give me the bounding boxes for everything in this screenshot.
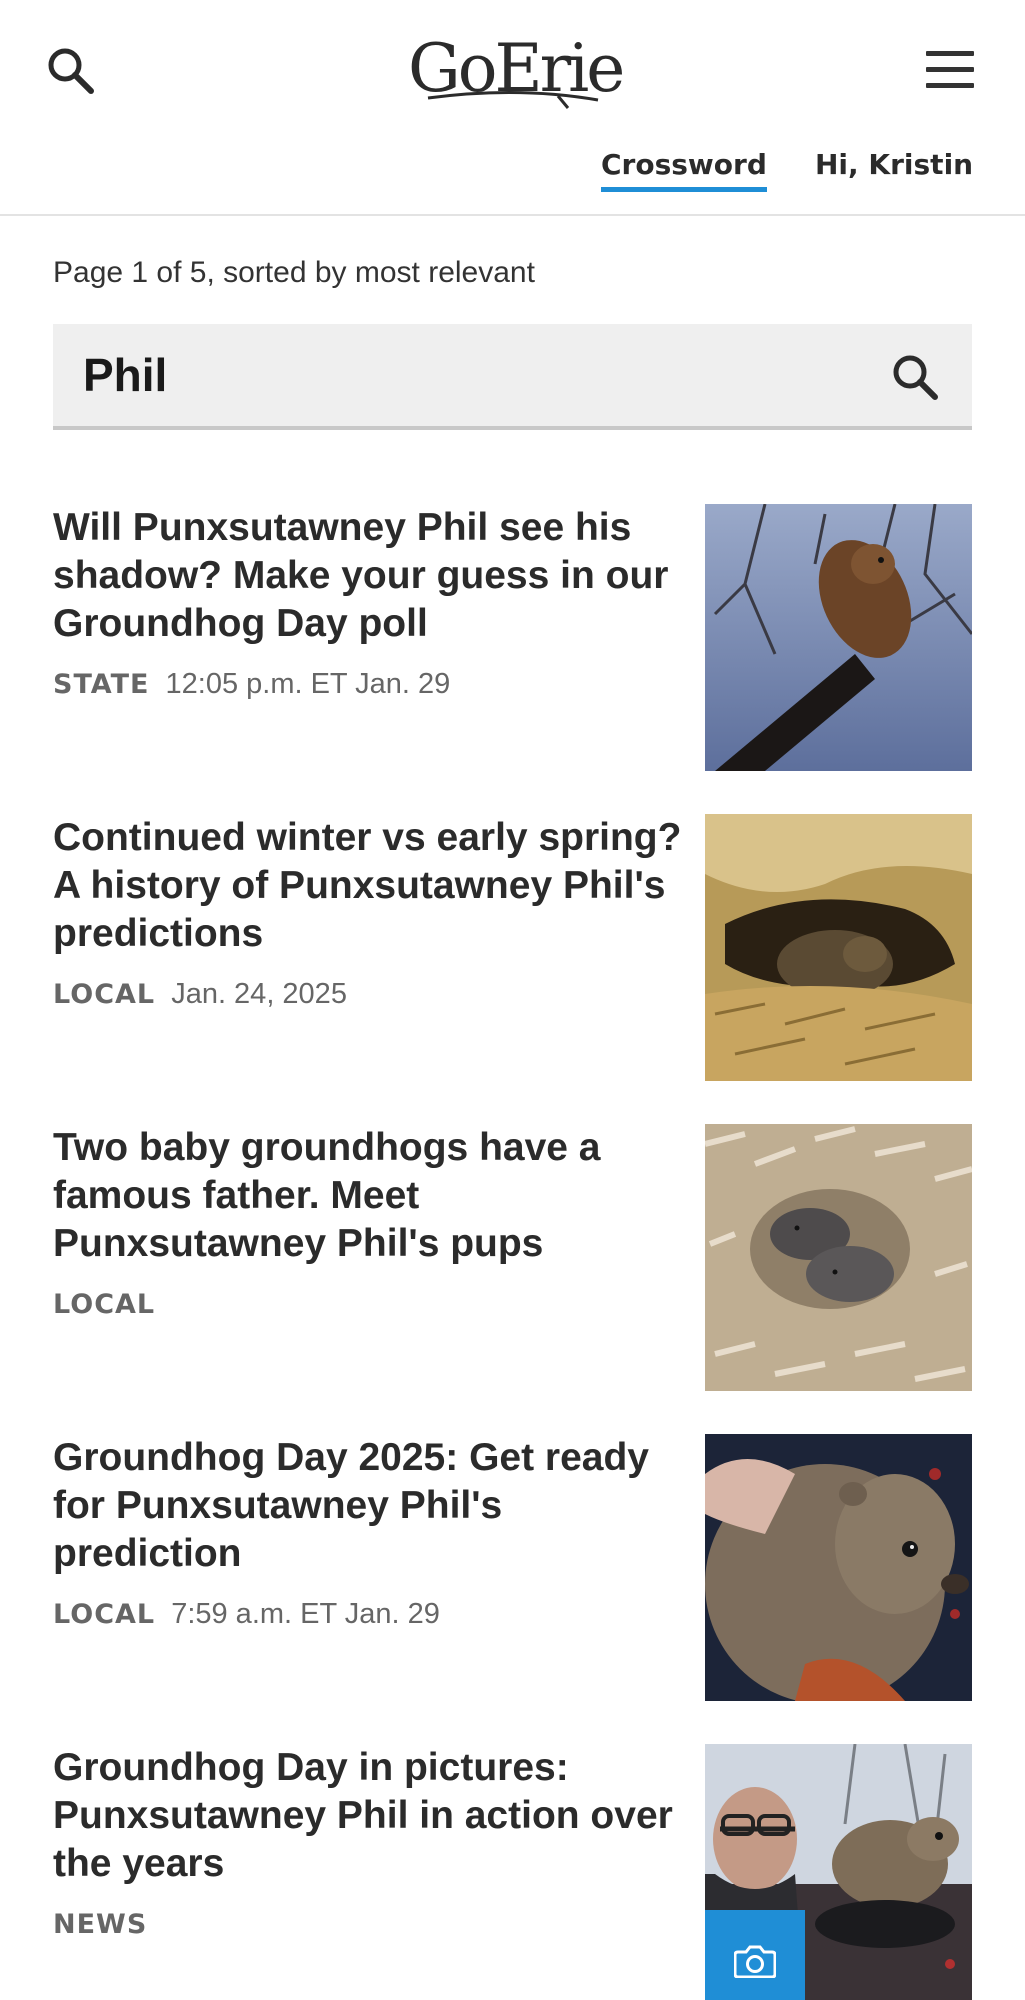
- search-input[interactable]: [83, 344, 863, 406]
- article-headline[interactable]: Groundhog Day in pictures: Punxsutawney …: [53, 1744, 693, 1888]
- article-thumbnail[interactable]: [705, 1124, 972, 1391]
- section-label[interactable]: NEWS: [53, 1909, 147, 1940]
- search-result-item[interactable]: Continued winter vs early spring? A hist…: [53, 814, 972, 1081]
- search-icon[interactable]: [45, 45, 97, 97]
- crossword-link[interactable]: Crossword: [601, 148, 767, 192]
- article-meta: STATE 12:05 p.m. ET Jan. 29: [53, 668, 450, 701]
- search-submit-icon[interactable]: [889, 351, 941, 403]
- article-thumbnail[interactable]: [705, 814, 972, 1081]
- article-headline[interactable]: Will Punxsutawney Phil see his shadow? M…: [53, 504, 693, 648]
- section-label[interactable]: LOCAL: [53, 1289, 155, 1320]
- account-greeting[interactable]: Hi, Kristin: [815, 148, 973, 181]
- article-date: 12:05 p.m. ET Jan. 29: [165, 668, 451, 700]
- site-header: GoErie Crossword Hi, Kristin: [0, 0, 1025, 216]
- search-box: [53, 324, 972, 430]
- article-headline[interactable]: Continued winter vs early spring? A hist…: [53, 814, 693, 958]
- article-meta: NEWS: [53, 1908, 155, 1941]
- goerie-logo[interactable]: GoErie: [408, 28, 625, 112]
- hamburger-menu-icon[interactable]: [924, 47, 978, 93]
- search-result-item[interactable]: Groundhog Day in pictures: Punxsutawney …: [53, 1744, 972, 2000]
- article-meta: LOCAL 7:59 a.m. ET Jan. 29: [53, 1598, 440, 1631]
- section-label[interactable]: STATE: [53, 669, 149, 700]
- article-headline[interactable]: Groundhog Day 2025: Get ready for Punxsu…: [53, 1434, 693, 1578]
- photo-gallery-badge: [705, 1910, 805, 2000]
- search-result-item[interactable]: Two baby groundhogs have a famous father…: [53, 1124, 972, 1391]
- article-headline[interactable]: Two baby groundhogs have a famous father…: [53, 1124, 693, 1268]
- camera-icon: [734, 1945, 776, 1978]
- article-date: Jan. 24, 2025: [171, 978, 347, 1010]
- article-thumbnail[interactable]: [705, 1434, 972, 1701]
- results-page-info: Page 1 of 5, sorted by most relevant: [53, 256, 535, 289]
- section-label[interactable]: LOCAL: [53, 1599, 155, 1630]
- article-date: 7:59 a.m. ET Jan. 29: [171, 1598, 440, 1630]
- search-result-item[interactable]: Groundhog Day 2025: Get ready for Punxsu…: [53, 1434, 972, 1701]
- section-label[interactable]: LOCAL: [53, 979, 155, 1010]
- article-thumbnail[interactable]: [705, 504, 972, 771]
- article-meta: LOCAL: [53, 1288, 163, 1321]
- article-meta: LOCAL Jan. 24, 2025: [53, 978, 347, 1011]
- search-result-item[interactable]: Will Punxsutawney Phil see his shadow? M…: [53, 504, 972, 771]
- article-thumbnail[interactable]: [705, 1744, 972, 2000]
